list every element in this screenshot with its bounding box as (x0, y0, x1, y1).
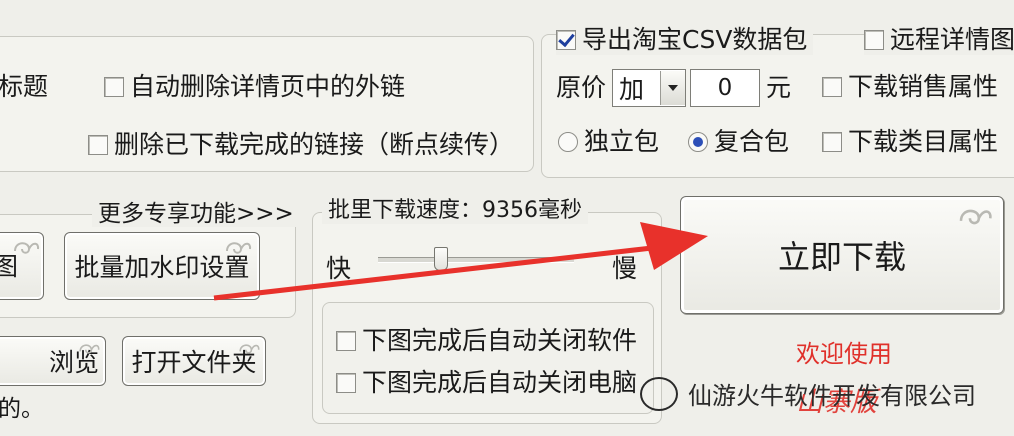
company-watermark-text: 仙游火牛软件开发有限公司 (688, 382, 976, 410)
export-taobao-csv-label: 导出淘宝CSV数据包 (582, 25, 808, 54)
shutdown-after-download-label: 下图完成后自动关闭电脑 (362, 368, 638, 397)
checkbox-box[interactable] (336, 331, 356, 351)
browse-button[interactable]: 浏览 (0, 336, 106, 386)
remote-detail-image-label: 远程详情图 (890, 25, 1014, 54)
currency-unit-label: 元 (766, 73, 792, 102)
download-sales-attributes-label: 下载销售属性 (848, 72, 999, 101)
independent-package-label: 独立包 (584, 127, 660, 156)
welcome-text: 欢迎使用 (796, 340, 892, 368)
partial-image-button[interactable]: 图 (0, 232, 44, 300)
price-operator-select[interactable]: 加 (612, 69, 686, 107)
radio-circle[interactable] (688, 132, 708, 152)
radio-circle[interactable] (558, 132, 578, 152)
open-folder-button[interactable]: 打开文件夹 (122, 336, 266, 386)
close-software-after-download-label: 下图完成后自动关闭软件 (362, 326, 638, 355)
speed-slider-track[interactable] (378, 257, 574, 263)
checkbox-box[interactable] (336, 373, 356, 393)
download-now-button[interactable]: 立即下载 (680, 196, 1004, 314)
partial-title-label: 标题 (0, 72, 49, 101)
footer-partial-text: 的。 (0, 396, 44, 422)
company-watermark: 仙游火牛软件开发有限公司 (640, 376, 976, 411)
dropdown-arrow-icon[interactable] (660, 71, 685, 105)
checkbox-box[interactable] (864, 30, 884, 50)
speed-slider-thumb[interactable] (434, 247, 448, 271)
checkbox-box[interactable] (822, 132, 842, 152)
batch-watermark-button[interactable]: 批量加水印设置 (64, 232, 260, 300)
remote-detail-image-checkbox[interactable]: 远程详情图 (864, 25, 1014, 55)
checkbox-box[interactable] (556, 30, 576, 50)
swirl-ornament-icon (226, 242, 252, 254)
composite-package-label: 复合包 (714, 127, 790, 156)
swirl-ornament-icon (14, 242, 40, 254)
package-type-independent-radio[interactable]: 独立包 (558, 127, 659, 157)
price-amount-input[interactable]: 0 (690, 69, 760, 107)
auto-delete-external-links-label: 自动删除详情页中的外链 (130, 72, 406, 101)
download-category-attributes-label: 下载类目属性 (848, 127, 999, 156)
download-now-button-label: 立即下载 (777, 238, 906, 276)
swirl-ornament-icon (239, 344, 260, 354)
more-features-title: 更多专享功能>>> (92, 201, 300, 227)
checkbox-box[interactable] (822, 77, 842, 97)
delete-downloaded-links-checkbox[interactable]: 删除已下载完成的链接（断点续传） (88, 130, 514, 160)
swirl-ornament-icon (79, 344, 100, 354)
package-type-composite-radio[interactable]: 复合包 (688, 127, 789, 157)
fast-label: 快 (326, 254, 352, 283)
price-operator-value: 加 (619, 75, 645, 104)
close-software-after-download-checkbox[interactable]: 下图完成后自动关闭软件 (336, 326, 637, 356)
slow-label: 慢 (612, 254, 638, 283)
download-category-attributes-checkbox[interactable]: 下载类目属性 (822, 127, 998, 157)
delete-downloaded-links-label: 删除已下载完成的链接（断点续传） (114, 130, 515, 159)
original-price-label: 原价 (556, 73, 607, 102)
checkbox-box[interactable] (88, 135, 108, 155)
shutdown-after-download-checkbox[interactable]: 下图完成后自动关闭电脑 (336, 368, 637, 398)
download-sales-attributes-checkbox[interactable]: 下载销售属性 (822, 72, 998, 102)
checkbox-box[interactable] (104, 77, 124, 97)
download-speed-title: 批里下载速度：9356毫秒 (322, 198, 588, 224)
auto-delete-external-links-checkbox[interactable]: 自动删除详情页中的外链 (104, 72, 405, 102)
chat-bubble-icon (640, 376, 678, 411)
export-taobao-csv-checkbox[interactable]: 导出淘宝CSV数据包 (556, 25, 814, 55)
swirl-ornament-icon (959, 209, 992, 225)
